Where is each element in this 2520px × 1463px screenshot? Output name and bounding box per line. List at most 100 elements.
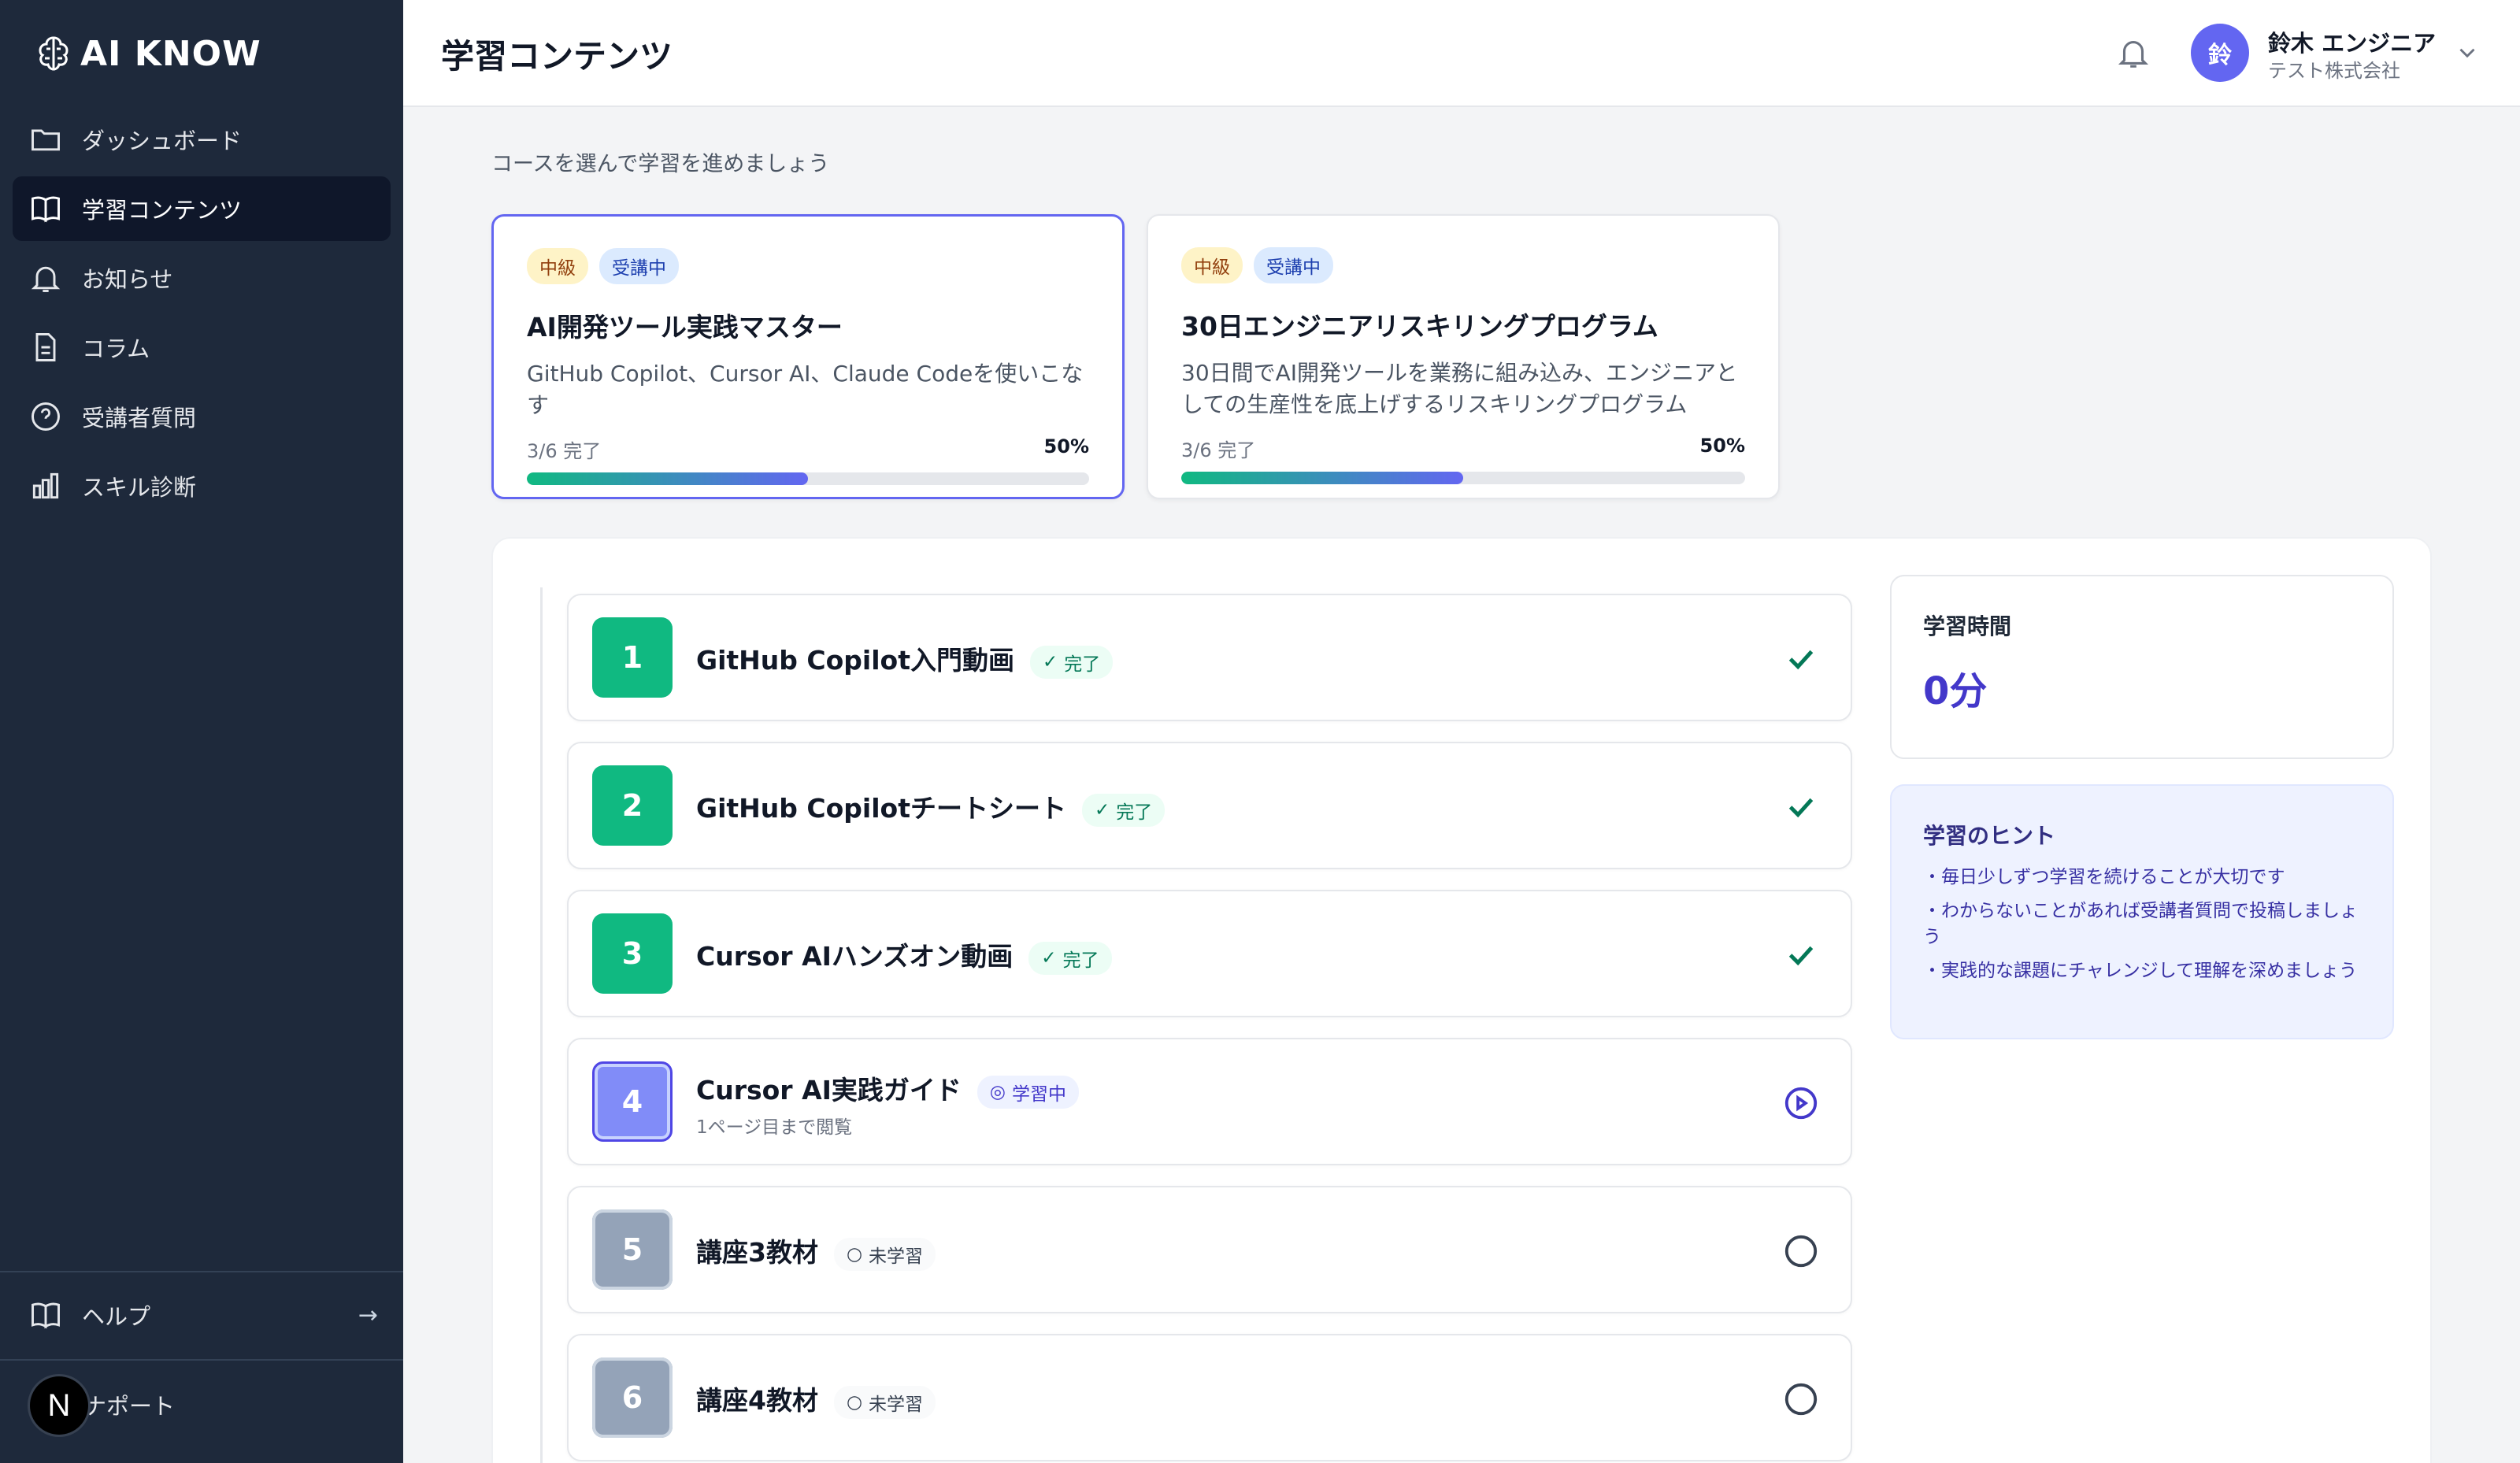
lesson-title-text: GitHub Copilot入門動画 [696,645,1014,676]
progress-bar-fill [1181,472,1463,484]
status-badge: ◎ 学習中 [976,1075,1079,1109]
check-icon: ✓ [1041,947,1057,969]
top-header: 学習コンテンツ 鈴 鈴木 エンジニア テスト株式会社 [403,0,2520,107]
folder-icon [32,129,60,151]
lesson-title-text: Cursor AIハンズオン動画 [696,941,1014,972]
lesson-title-text: Cursor AI実践ガイド [696,1075,962,1106]
level-badge: 中級 [1181,247,1243,283]
course-description: 30日間でAI開発ツールを業務に組み込み、エンジニアとしての生産性を底上げするリ… [1181,360,1738,417]
sidebar-item-skill-diagnosis[interactable]: スキル診断 [13,454,391,518]
sidebar-item-notifications[interactable]: お知らせ [13,246,391,310]
lesson-title-text: 講座3教材 [696,1237,818,1268]
sidebar-item-label: お知らせ [82,266,173,293]
tips-title: 学習のヒント [1923,823,2056,849]
lesson-item[interactable]: 3 Cursor AIハンズオン動画 ✓ 完了 [567,890,1852,1017]
circle-icon [1784,1235,1818,1268]
progress-bar [527,472,1089,485]
lesson-title: Cursor AIハンズオン動画 ✓ 完了 [696,935,1112,975]
intro-text: コースを選んで学習を進めましょう [491,152,830,176]
lesson-title-text: GitHub Copilotチートシート [696,793,1066,824]
progress-percent: 50% [1699,435,1745,457]
circle-icon: ○ [846,1243,863,1265]
circle-icon [1784,1383,1818,1416]
user-company: テスト株式会社 [2268,60,2400,82]
timeline-line [540,587,543,1463]
lesson-progress-note: 1ページ目まで閲覧 [696,1117,853,1138]
course-card[interactable]: 中級 受講中 AI開発ツール実践マスター GitHub Copilot、Curs… [491,214,1125,499]
sidebar-nav: ダッシュボード 学習コンテンツ お知らせ コラム 受講者質問 スキル診断 [13,107,391,523]
book-icon [32,1302,60,1329]
course-description: GitHub Copilot、Cursor AI、Claude Codeを使いこ… [527,361,1084,418]
tip-item: ・毎日少しずつ学習を続けることが大切です [1923,867,2285,887]
lesson-number: 5 [592,1209,673,1290]
progress-count: 3/6 完了 [1181,439,1256,461]
lesson-title: 講座3教材 ○ 未学習 [696,1232,936,1271]
check-icon [1788,946,1814,966]
level-badge: 中級 [527,248,588,284]
bar-chart-icon [32,472,59,499]
tip-item: ・わからないことがあれば受講者質問で投稿しましょう [1923,901,2358,947]
status-badge: 受講中 [1254,247,1333,283]
lesson-title: GitHub Copilotチートシート ✓ 完了 [696,787,1166,827]
lesson-number: 2 [592,765,673,846]
lesson-number: 1 [592,617,673,698]
check-icon [1788,650,1814,670]
progress-bar [1181,472,1745,484]
sidebar-item-column[interactable]: コラム [13,315,391,380]
sidebar-item-label: コラム [82,335,150,362]
lesson-number: 6 [592,1357,673,1438]
lesson-number: 3 [592,913,673,994]
document-icon [35,333,56,361]
chevron-down-icon[interactable] [2454,39,2481,66]
play-circle-icon[interactable] [1783,1085,1819,1121]
check-icon [1788,798,1814,818]
lesson-title-text: 講座4教材 [696,1385,818,1416]
study-time-card: 学習時間 0分 [1890,575,2394,759]
sidebar-item-learning-content[interactable]: 学習コンテンツ [13,176,391,241]
sidebar-item-questions[interactable]: 受講者質問 [13,384,391,449]
tip-item: ・実践的な課題にチャレンジして理解を深めましょう [1923,961,2358,981]
lesson-item[interactable]: 1 GitHub Copilot入門動画 ✓ 完了 [567,594,1852,721]
sidebar-item-help[interactable]: ヘルプ → [13,1283,391,1346]
lesson-item[interactable]: 2 GitHub Copilotチートシート ✓ 完了 [567,742,1852,869]
status-badge: ✓ 完了 [1028,941,1112,975]
lesson-title: 講座4教材 ○ 未学習 [696,1380,936,1419]
study-time-value: 0分 [1923,669,1988,713]
check-icon: ✓ [1042,651,1058,672]
sidebar-divider [0,1359,403,1361]
logo[interactable]: AI KNOW [33,31,261,76]
lesson-title: Cursor AI実践ガイド ◎ 学習中 [696,1069,1079,1109]
status-badge: ○ 未学習 [833,1385,936,1419]
status-text: 未学習 [869,1246,924,1267]
status-text: 完了 [1062,950,1099,971]
notification-bell-icon[interactable] [2115,35,2151,71]
dev-overlay-badge[interactable]: N [30,1376,88,1435]
status-badge: ✓ 完了 [1029,645,1114,679]
status-text: 未学習 [869,1394,924,1415]
status-badge: 受講中 [599,248,679,284]
status-text: 完了 [1064,654,1101,675]
progress-bar-fill [527,472,808,485]
lesson-item[interactable]: 6 講座4教材 ○ 未学習 [567,1334,1852,1461]
logo-text: AI KNOW [80,33,261,74]
sidebar-item-dashboard[interactable]: ダッシュボード [13,107,391,172]
user-name: 鈴木 エンジニア [2268,30,2437,57]
status-text: 完了 [1116,802,1153,823]
check-icon: ✓ [1094,799,1110,820]
course-title: AI開発ツール実践マスター [527,312,843,343]
page-title: 学習コンテンツ [441,37,673,76]
sidebar-item-label: スキル診断 [82,474,197,501]
lesson-item[interactable]: 4 Cursor AI実践ガイド ◎ 学習中 1ページ目まで閲覧 [567,1038,1852,1165]
sidebar-item-label: ダッシュボード [82,128,243,154]
avatar[interactable]: 鈴 [2191,24,2249,82]
sidebar-item-label: 学習コンテンツ [82,197,243,224]
study-tips-card: 学習のヒント ・毎日少しずつ学習を続けることが大切です ・わからないことがあれば… [1890,784,2394,1039]
lesson-item[interactable]: 5 講座3教材 ○ 未学習 [567,1186,1852,1313]
brain-icon [39,36,69,71]
course-title: 30日エンジニアリスキリングプログラム [1181,311,1658,342]
help-label: ヘルプ [82,1303,151,1330]
course-card[interactable]: 中級 受講中 30日エンジニアリスキリングプログラム 30日間でAI開発ツールを… [1147,214,1780,499]
book-icon [32,196,60,223]
progress-count: 3/6 完了 [527,440,602,462]
support-label: ナポート [83,1393,176,1420]
